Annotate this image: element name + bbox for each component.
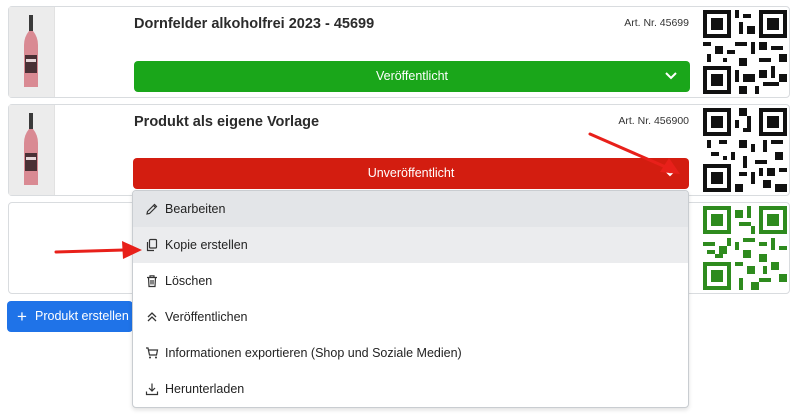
product-title: Dornfelder alkoholfrei 2023 - 45699 <box>134 16 375 32</box>
product-thumbnail[interactable] <box>9 7 55 97</box>
qr-code <box>703 206 787 290</box>
menu-item-copy[interactable]: Kopie erstellen <box>133 227 688 263</box>
cart-icon <box>146 347 159 359</box>
double-chevron-up-icon <box>147 312 157 322</box>
menu-item-label: Bearbeiten <box>165 202 226 216</box>
menu-item-label: Löschen <box>165 274 213 288</box>
product-title: Produkt als eigene Vorlage <box>134 114 320 130</box>
article-number: Art. Nr. 456900 <box>618 115 689 127</box>
menu-item-edit[interactable]: Bearbeiten <box>133 191 688 227</box>
product-thumbnail[interactable] <box>9 105 55 195</box>
pencil-icon <box>146 203 158 215</box>
status-label: Unveröffentlicht <box>367 166 455 180</box>
menu-item-delete[interactable]: Löschen <box>133 263 688 299</box>
status-dropdown-menu: Bearbeiten Kopie erstellen Löschen Veröf… <box>132 190 689 408</box>
create-product-button[interactable]: + Produkt erstellen <box>7 301 133 332</box>
status-dropdown-published[interactable]: Veröffentlicht <box>134 61 690 92</box>
trash-icon <box>147 275 157 288</box>
article-number: Art. Nr. 45699 <box>624 17 689 29</box>
wine-bottle-image <box>24 113 38 185</box>
menu-item-download[interactable]: Herunterladen <box>133 371 688 407</box>
product-card: Dornfelder alkoholfrei 2023 - 45699 Art.… <box>8 6 790 98</box>
status-label: Veröffentlicht <box>375 69 449 83</box>
menu-item-label: Herunterladen <box>165 382 245 396</box>
qr-code <box>703 108 787 192</box>
menu-item-label: Kopie erstellen <box>165 238 248 252</box>
wine-bottle-image <box>24 15 38 87</box>
create-product-label: Produkt erstellen <box>35 309 129 323</box>
qr-code <box>703 10 787 94</box>
annotation-arrow-icon <box>588 132 680 174</box>
download-icon <box>145 383 159 396</box>
menu-item-label: Veröffentlichen <box>165 310 248 324</box>
menu-item-label: Informationen exportieren (Shop und Sozi… <box>165 346 462 360</box>
annotation-arrow-icon <box>54 241 142 259</box>
plus-icon: + <box>17 307 27 326</box>
menu-item-publish[interactable]: Veröffentlichen <box>133 299 688 335</box>
menu-item-export[interactable]: Informationen exportieren (Shop und Sozi… <box>133 335 688 371</box>
chevron-down-icon <box>664 61 678 92</box>
